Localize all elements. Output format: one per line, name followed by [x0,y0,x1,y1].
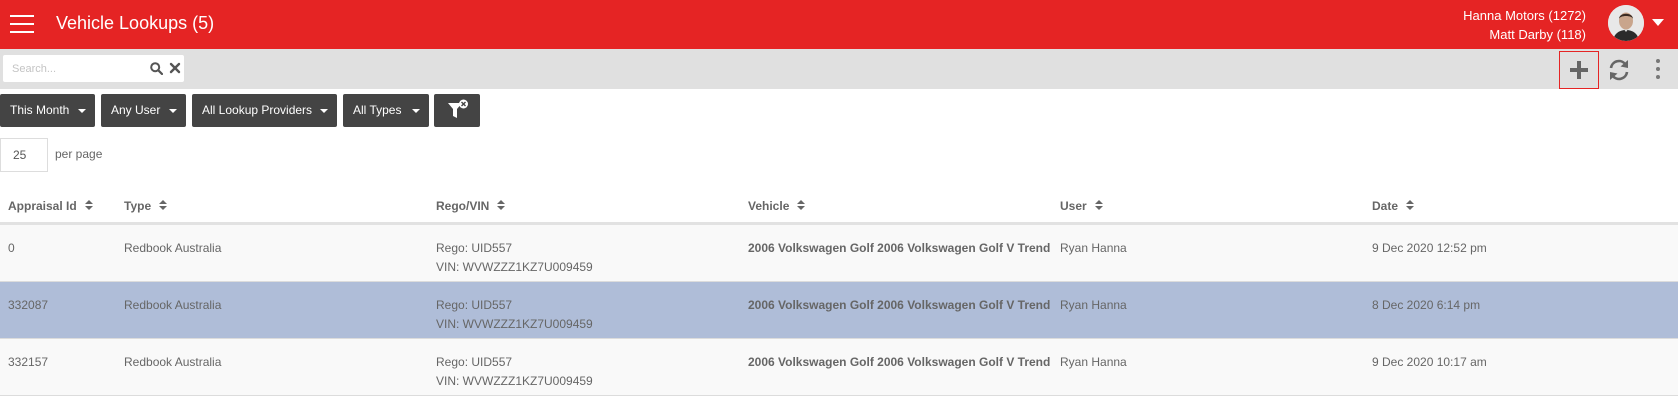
vertical-dots-icon [1656,59,1660,63]
cell-rego-vin: Rego: UID557 VIN: WVWZZZ1KZ7U009459 [436,353,593,391]
close-icon[interactable] [169,62,181,74]
search-box [3,55,184,82]
refresh-button[interactable] [1603,53,1635,87]
table-header: Appraisal Id Type Rego/VIN Vehicle User … [0,187,1678,225]
column-header-label: Date [1372,199,1399,213]
rego-text: Rego: UID557 [436,241,513,255]
date-range-filter[interactable]: This Month [0,94,95,127]
column-header-appraisal-id[interactable]: Appraisal Id [8,199,93,213]
cell-vehicle: 2006 Volkswagen Golf 2006 Volkswagen Gol… [748,355,1051,369]
cell-user: Ryan Hanna [1060,355,1127,369]
table-row[interactable]: 0 Redbook Australia Rego: UID557 VIN: WV… [0,225,1678,282]
cell-date: 8 Dec 2020 6:14 pm [1372,298,1481,312]
cell-appraisal-id: 332157 [8,355,49,369]
sort-icon [1094,200,1103,211]
lookup-provider-filter[interactable]: All Lookup Providers [192,94,337,127]
more-options-button[interactable] [1648,53,1668,87]
cell-rego-vin: Rego: UID557 VIN: WVWZZZ1KZ7U009459 [436,296,593,334]
avatar[interactable] [1608,5,1644,41]
chevron-down-icon [169,109,177,113]
refresh-icon [1609,59,1629,81]
page-title: Vehicle Lookups (5) [56,13,215,33]
column-header-label: Vehicle [748,199,790,213]
add-lookup-button[interactable] [1559,51,1599,89]
column-header-label: Type [124,199,152,213]
user-filter[interactable]: Any User [101,94,186,127]
column-header-label: Appraisal Id [8,199,77,213]
column-header-rego-vin[interactable]: Rego/VIN [436,199,506,213]
top-bar: Vehicle Lookups (5) Hanna Motors (1272) … [0,0,1678,49]
cell-appraisal-id: 332087 [8,298,49,312]
column-header-label: Rego/VIN [436,199,490,213]
chevron-down-icon [412,109,420,113]
type-filter[interactable]: All Types [343,94,429,127]
date-range-filter-label: This Month [10,103,70,117]
cell-date: 9 Dec 2020 12:52 pm [1372,241,1487,255]
table-row[interactable]: 332157 Redbook Australia Rego: UID557 VI… [0,339,1678,396]
sort-icon [797,200,806,211]
toolbar [0,49,1678,89]
search-input[interactable] [3,55,143,82]
account-menu-caret-icon[interactable] [1652,19,1664,26]
dealer-name: Hanna Motors (1272) [1463,8,1586,23]
account-info[interactable]: Hanna Motors (1272) Matt Darby (118) [1463,6,1586,44]
vin-text: VIN: WVWZZZ1KZ7U009459 [436,374,593,388]
filter-clear-icon [448,99,468,118]
lookup-provider-filter-label: All Lookup Providers [202,103,313,117]
column-header-vehicle[interactable]: Vehicle [748,199,806,213]
column-header-type[interactable]: Type [124,199,168,213]
cell-vehicle: 2006 Volkswagen Golf 2006 Volkswagen Gol… [748,241,1051,255]
cell-rego-vin: Rego: UID557 VIN: WVWZZZ1KZ7U009459 [436,239,593,277]
cell-user: Ryan Hanna [1060,298,1127,312]
chevron-down-icon [320,109,328,113]
cell-vehicle: 2006 Volkswagen Golf 2006 Volkswagen Gol… [748,298,1051,312]
cell-appraisal-id: 0 [8,241,15,255]
sort-icon [159,200,168,211]
rego-text: Rego: UID557 [436,355,513,369]
user-name: Matt Darby (118) [1489,27,1586,42]
vin-text: VIN: WVWZZZ1KZ7U009459 [436,317,593,331]
clear-filters-button[interactable] [434,94,480,127]
cell-user: Ryan Hanna [1060,241,1127,255]
table-row[interactable]: 332087 Redbook Australia Rego: UID557 VI… [0,282,1678,339]
search-icon[interactable] [150,62,163,75]
user-filter-label: Any User [111,103,161,117]
vin-text: VIN: WVWZZZ1KZ7U009459 [436,260,593,274]
hamburger-menu-icon[interactable] [10,14,34,34]
cell-type: Redbook Australia [124,241,222,255]
rego-text: Rego: UID557 [436,298,513,312]
sort-icon [84,200,93,211]
column-header-label: User [1060,199,1087,213]
sort-icon [497,200,506,211]
per-page-input[interactable] [0,138,48,172]
sort-icon [1406,200,1415,211]
per-page-label: per page [55,147,103,161]
cell-type: Redbook Australia [124,298,222,312]
chevron-down-icon [78,109,86,113]
column-header-date[interactable]: Date [1372,199,1415,213]
cell-date: 9 Dec 2020 10:17 am [1372,355,1487,369]
column-header-user[interactable]: User [1060,199,1103,213]
type-filter-label: All Types [353,103,402,117]
plus-icon [1570,61,1588,79]
cell-type: Redbook Australia [124,355,222,369]
